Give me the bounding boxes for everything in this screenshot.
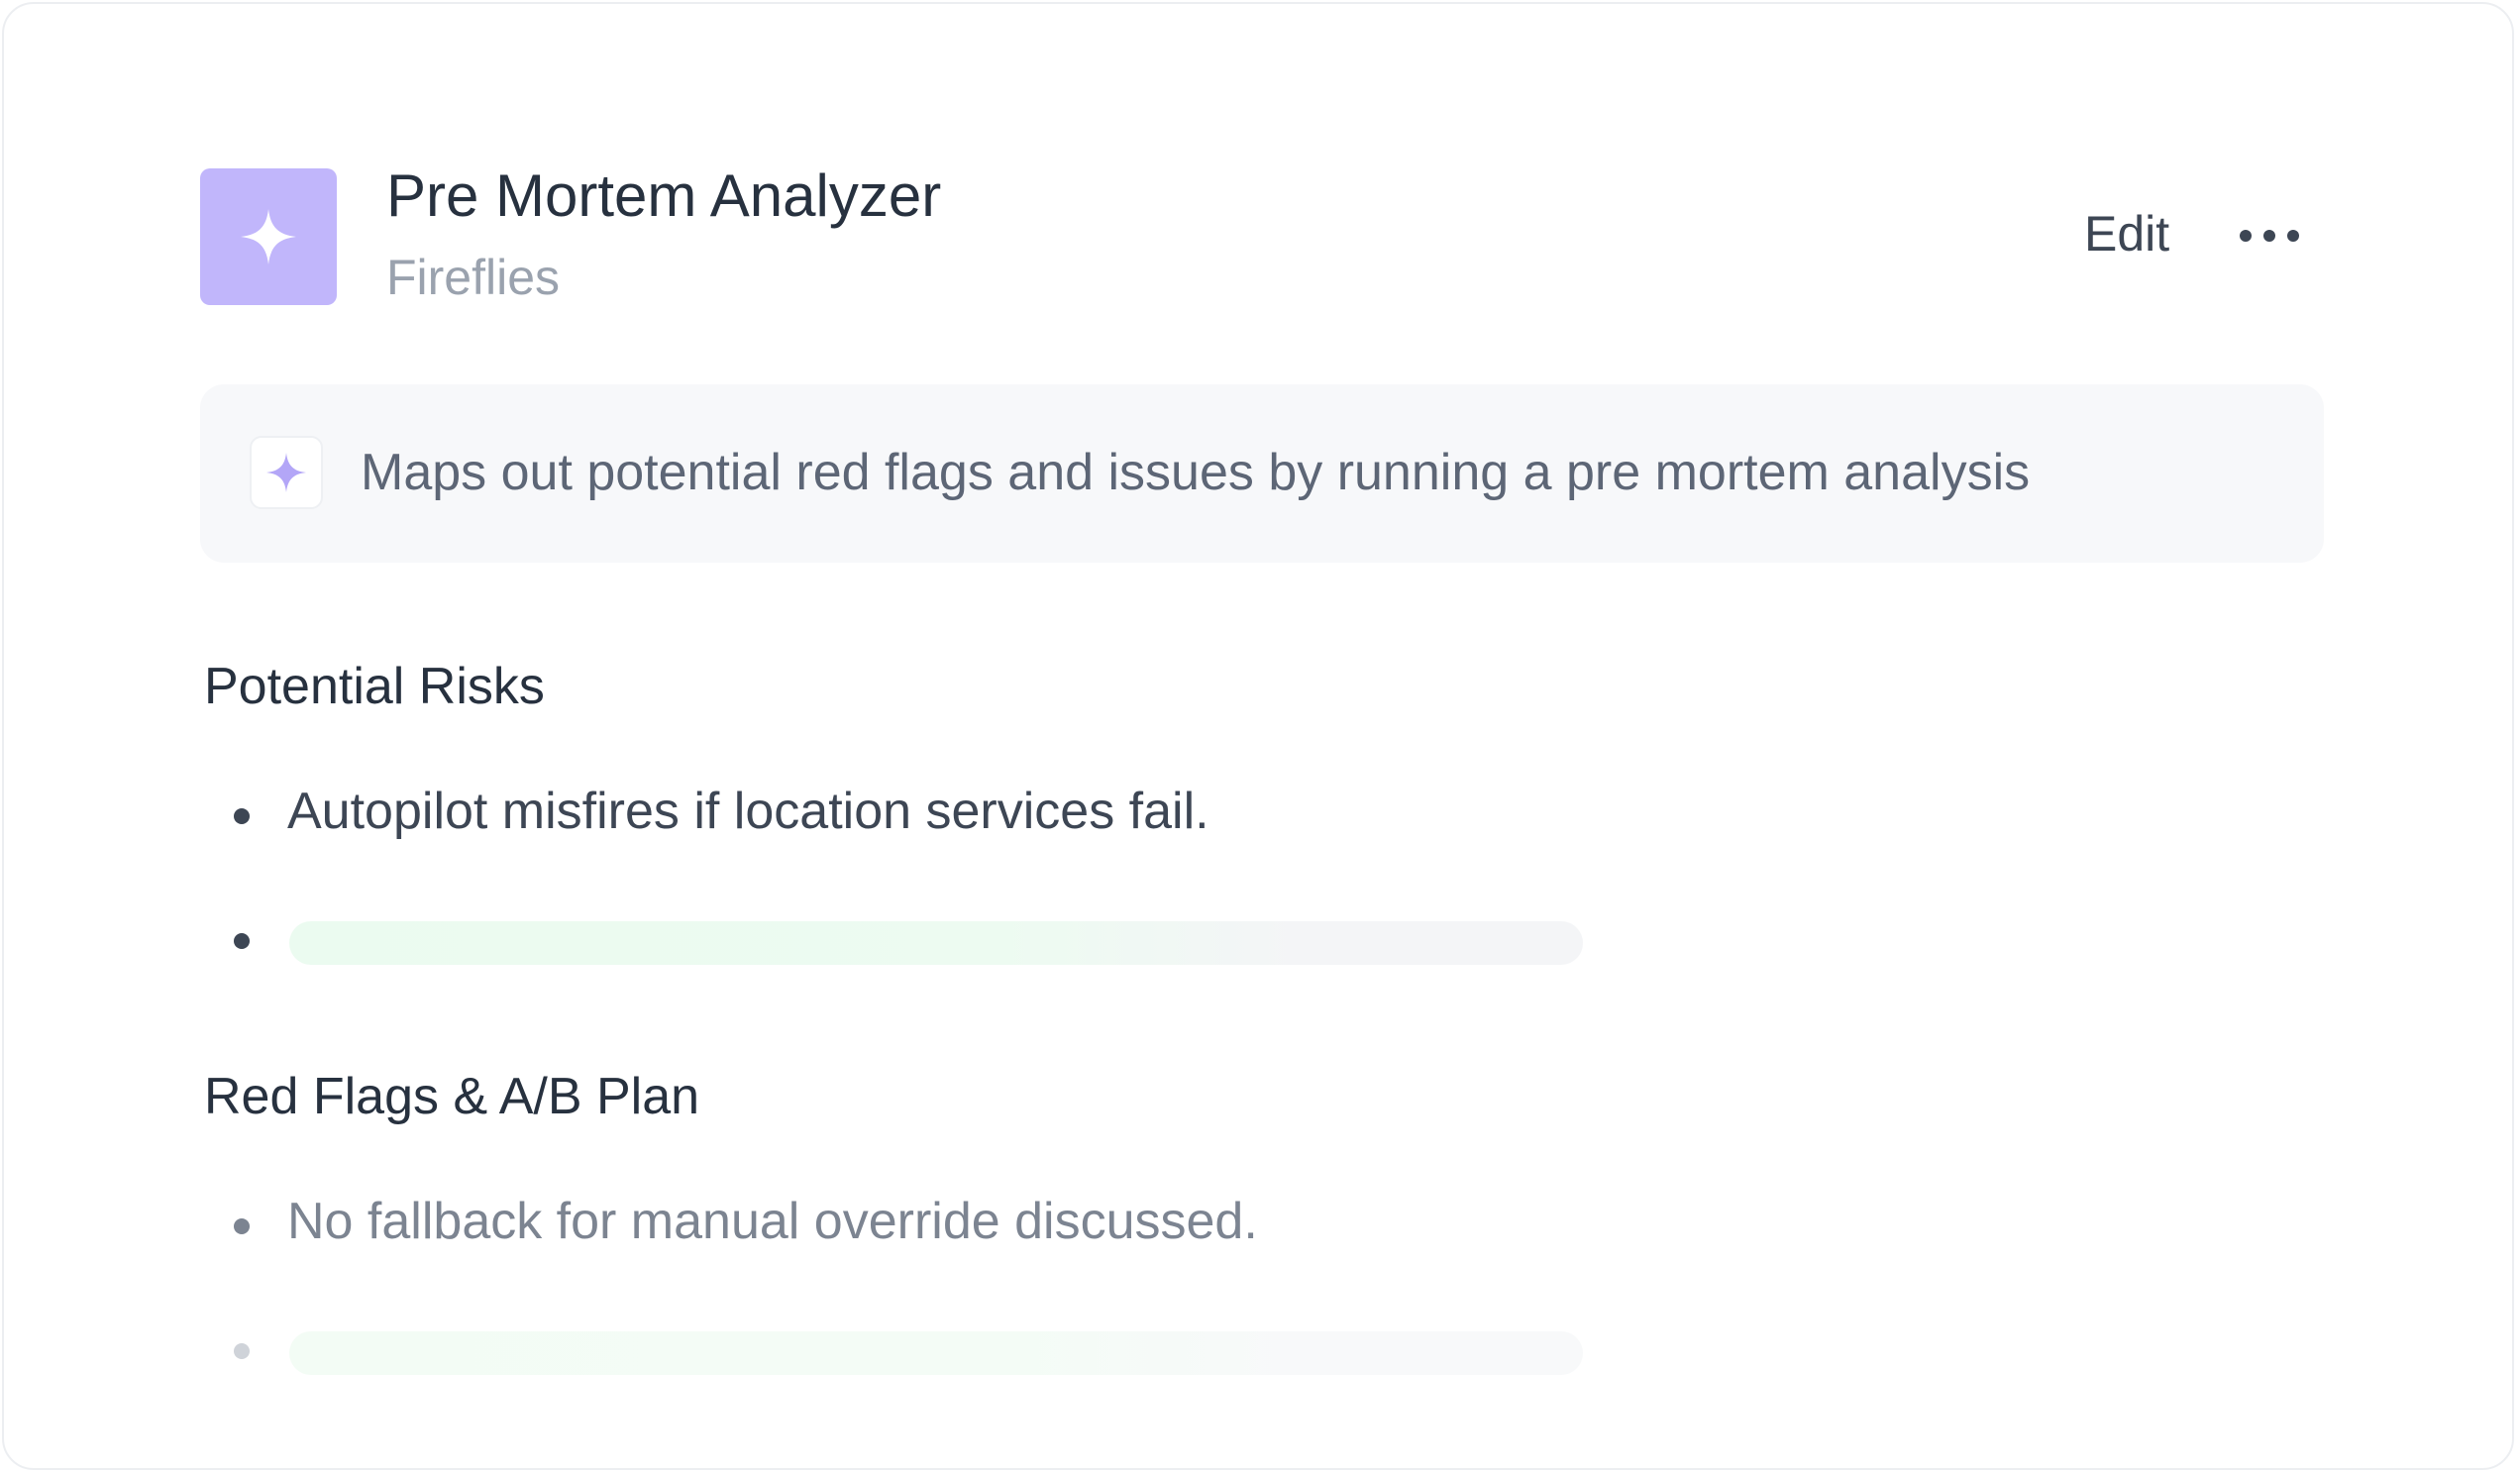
app-icon (200, 168, 337, 305)
section-title-potential-risks: Potential Risks (204, 658, 545, 715)
list-item-text: No fallback for manual override discusse… (287, 1193, 1258, 1250)
page-title: Pre Mortem Analyzer (386, 162, 942, 229)
bullet (234, 1343, 250, 1359)
more-horizontal-icon (2240, 230, 2299, 242)
bullet (234, 933, 250, 949)
bullet (234, 808, 250, 824)
edit-button[interactable]: Edit (2084, 204, 2169, 263)
section-title-red-flags: Red Flags & A/B Plan (204, 1068, 700, 1125)
loading-skeleton (289, 921, 1583, 965)
list-item-text: Autopilot misfires if location services … (287, 783, 1209, 840)
sparkle-icon (266, 453, 306, 492)
description-text: Maps out potential red flags and issues … (361, 444, 2031, 501)
more-options-button[interactable] (2237, 222, 2302, 250)
assistant-card: Pre Mortem Analyzer Fireflies Edit Maps … (2, 2, 2514, 1470)
app-source-label: Fireflies (386, 250, 561, 305)
bullet (234, 1218, 250, 1234)
sparkle-icon (241, 209, 296, 264)
loading-skeleton (289, 1331, 1583, 1375)
description-icon-box (250, 436, 323, 509)
description-panel: Maps out potential red flags and issues … (200, 384, 2324, 563)
